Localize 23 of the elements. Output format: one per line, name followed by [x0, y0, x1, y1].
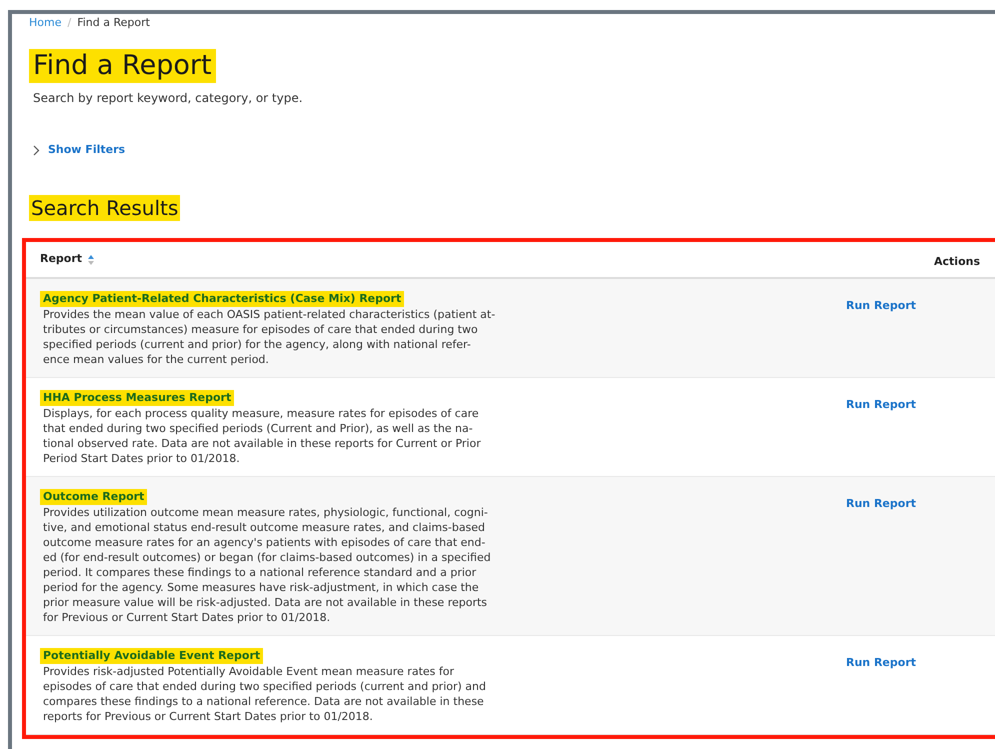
show-filters-toggle[interactable]: Show Filters — [33, 142, 126, 159]
page-subtitle: Search by report keyword, category, or type. — [33, 90, 304, 107]
run-report-link[interactable]: Run Report — [846, 398, 916, 411]
run-report-link[interactable]: Run Report — [846, 497, 916, 510]
breadcrumb-link[interactable]: Home — [29, 14, 62, 32]
report-description: Displays, for each process quality measure, measure rates for episodes of care that ended during two specified periods (Current and Prior), as well as the na- tional observed rate. Data are not available in these reports for Current or Prior Period Start Dates prior to 01/2018. — [42, 406, 482, 466]
run-report-link[interactable]: Run Report — [846, 299, 916, 312]
sort-icon[interactable] — [88, 254, 94, 264]
report-title[interactable]: Outcome Report — [40, 489, 148, 505]
report-title[interactable]: Potentially Avoidable Event Report — [40, 648, 264, 664]
report-description: Provides the mean value of each OASIS patient-related characteristics (patient at- tributes or circumstances) measure for episodes of care that ended during two specified periods (current and prior) for the agency, along with national refer- ence mean values for the current period. — [42, 307, 496, 367]
page-title: Find a Report — [29, 49, 216, 83]
section-heading: Search Results — [29, 195, 180, 221]
breadcrumb-separator: / — [67, 14, 72, 31]
report-description: Provides utilization outcome mean measure rates, physiologic, functional, cogni- tive, and emotional status end-result outcome measure rates, and claims-based outcome measure rates for an agency's patients with episodes of care that end- ed (for end-result outcomes) or began (for claims-based outcomes) in a specified period. It compares these findings to a national reference standard and a prior period for the agency. Some measures have risk-adjustment, in which case the prior measure value will be risk-adjusted. Data are not available in these reports for Previous or Current Start Dates prior to 01/2018. — [42, 505, 492, 625]
report-title[interactable]: HHA Process Measures Report — [40, 390, 234, 406]
chevron-icon — [33, 145, 40, 156]
column-header[interactable]: Report — [40, 251, 82, 268]
breadcrumb-current: Find a Report — [77, 14, 150, 31]
report-title[interactable]: Agency Patient-Related Characteristics (Case Mix) Report — [40, 291, 404, 307]
report-description: Provides risk-adjusted Potentially Avoidable Event mean measure rates for episodes of care that ended during two specified periods (current and prior) and compares these findings to a national reference. Data are not available in these reports for Previous or Current Start Dates prior to 01/2018. — [42, 664, 487, 724]
column-header: Actions — [934, 254, 980, 268]
run-report-link[interactable]: Run Report — [846, 656, 916, 669]
